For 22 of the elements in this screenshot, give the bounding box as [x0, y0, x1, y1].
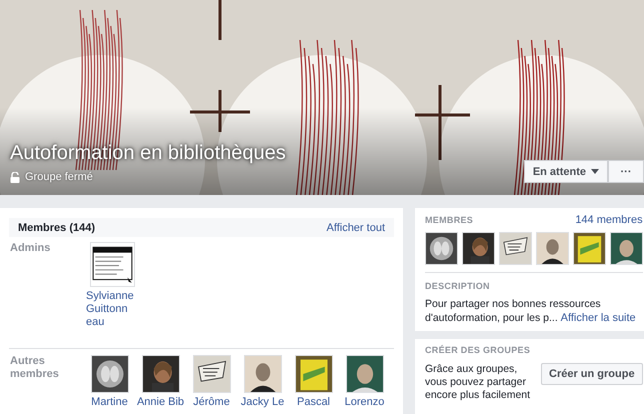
privacy-label: Groupe fermé — [25, 171, 93, 183]
member-name[interactable]: Sylvianne Guittonn eau — [86, 290, 138, 329]
description-text: Pour partager nos bonnes ressources d'autoformation, pour les p... Afficher la suite — [425, 297, 637, 325]
membership-button[interactable]: En attente — [524, 160, 608, 183]
see-all-link[interactable]: Afficher tout — [326, 222, 385, 234]
member-name[interactable]: Jérôme — [193, 396, 230, 409]
create-groups-heading: CRÉER DES GROUPES — [425, 345, 532, 355]
admins-label: Admins — [10, 242, 52, 256]
members-heading: MEMBRES — [425, 215, 474, 225]
member-name[interactable]: Jacky Le — [240, 396, 284, 409]
members-count-link[interactable]: 144 membres — [575, 214, 643, 226]
more-button[interactable]: ··· — [608, 160, 644, 183]
section-title: Membres (144) — [18, 222, 96, 234]
create-groups-text: Grâce aux groupes, vous pouvez partager encore plus facilement — [425, 363, 532, 402]
member-name[interactable]: Annie Bib — [136, 396, 184, 409]
others-label: Autres membres — [10, 355, 60, 382]
create-group-button[interactable]: Créer un groupe — [541, 363, 643, 385]
see-more-link[interactable]: Afficher la suite — [560, 312, 636, 324]
member-name[interactable]: Lorenzo — [344, 396, 384, 409]
description-heading: DESCRIPTION — [425, 281, 491, 291]
member-name[interactable]: Martine — [91, 396, 128, 409]
member-name[interactable]: Pascal — [296, 396, 330, 409]
